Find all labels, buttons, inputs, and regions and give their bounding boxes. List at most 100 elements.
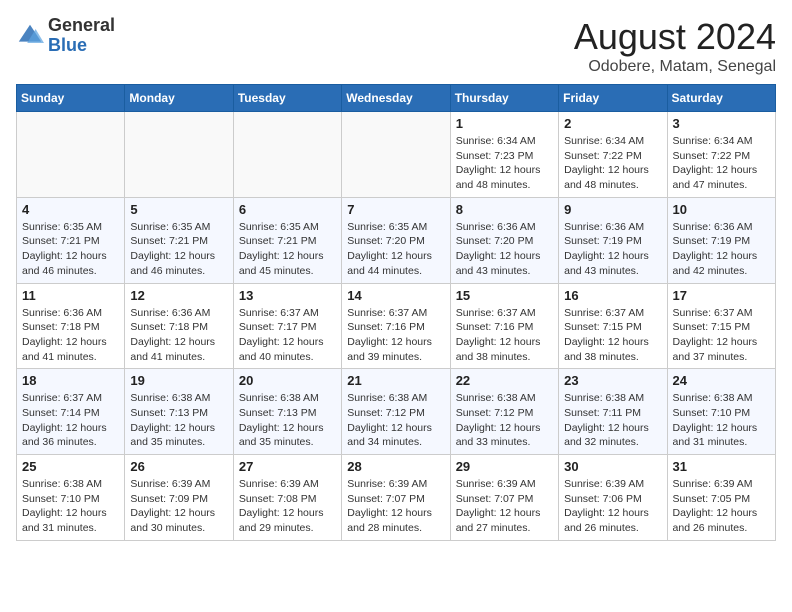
day-of-week-header: Sunday <box>17 85 125 112</box>
calendar-day-cell: 1 Sunrise: 6:34 AM Sunset: 7:23 PM Daylig… <box>450 112 558 198</box>
calendar-day-cell: 15 Sunrise: 6:37 AM Sunset: 7:16 PM Dayli… <box>450 283 558 369</box>
day-number: 23 <box>564 373 661 388</box>
day-info: Sunrise: 6:37 AM Sunset: 7:14 PM Dayligh… <box>22 391 119 450</box>
day-number: 10 <box>673 202 770 217</box>
day-of-week-header: Monday <box>125 85 233 112</box>
day-info: Sunrise: 6:34 AM Sunset: 7:22 PM Dayligh… <box>564 134 661 193</box>
day-number: 28 <box>347 459 444 474</box>
day-number: 13 <box>239 288 336 303</box>
month-title: August 2024 <box>574 16 776 58</box>
day-of-week-header: Thursday <box>450 85 558 112</box>
day-number: 25 <box>22 459 119 474</box>
calendar-day-cell: 16 Sunrise: 6:37 AM Sunset: 7:15 PM Dayli… <box>559 283 667 369</box>
day-info: Sunrise: 6:35 AM Sunset: 7:20 PM Dayligh… <box>347 220 444 279</box>
day-number: 15 <box>456 288 553 303</box>
day-info: Sunrise: 6:38 AM Sunset: 7:13 PM Dayligh… <box>239 391 336 450</box>
day-info: Sunrise: 6:39 AM Sunset: 7:07 PM Dayligh… <box>347 477 444 536</box>
day-number: 20 <box>239 373 336 388</box>
calendar-week-row: 18 Sunrise: 6:37 AM Sunset: 7:14 PM Dayli… <box>17 369 776 455</box>
day-number: 2 <box>564 116 661 131</box>
day-number: 9 <box>564 202 661 217</box>
logo-general-text: General <box>48 15 115 35</box>
location-subtitle: Odobere, Matam, Senegal <box>574 58 776 76</box>
day-number: 12 <box>130 288 227 303</box>
calendar-day-cell: 27Sunrise: 6:39 AM Sunset: 7:08 PM Dayli… <box>233 455 341 541</box>
header: General Blue August 2024 Odobere, Matam,… <box>16 16 776 76</box>
calendar-day-cell: 19Sunrise: 6:38 AM Sunset: 7:13 PM Dayli… <box>125 369 233 455</box>
day-info: Sunrise: 6:38 AM Sunset: 7:11 PM Dayligh… <box>564 391 661 450</box>
title-area: August 2024 Odobere, Matam, Senegal <box>574 16 776 76</box>
calendar-day-cell: 11 Sunrise: 6:36 AM Sunset: 7:18 PM Dayli… <box>17 283 125 369</box>
calendar-day-cell <box>342 112 450 198</box>
calendar-day-cell: 12 Sunrise: 6:36 AM Sunset: 7:18 PM Dayli… <box>125 283 233 369</box>
day-number: 11 <box>22 288 119 303</box>
calendar-day-cell: 9Sunrise: 6:36 AM Sunset: 7:19 PM Daylig… <box>559 197 667 283</box>
day-number: 16 <box>564 288 661 303</box>
day-of-week-header: Saturday <box>667 85 775 112</box>
day-info: Sunrise: 6:38 AM Sunset: 7:12 PM Dayligh… <box>347 391 444 450</box>
day-number: 27 <box>239 459 336 474</box>
calendar-day-cell: 7 Sunrise: 6:35 AM Sunset: 7:20 PM Daylig… <box>342 197 450 283</box>
day-info: Sunrise: 6:36 AM Sunset: 7:19 PM Dayligh… <box>673 220 770 279</box>
day-number: 31 <box>673 459 770 474</box>
day-info: Sunrise: 6:36 AM Sunset: 7:20 PM Dayligh… <box>456 220 553 279</box>
day-info: Sunrise: 6:39 AM Sunset: 7:05 PM Dayligh… <box>673 477 770 536</box>
calendar-week-row: 11 Sunrise: 6:36 AM Sunset: 7:18 PM Dayli… <box>17 283 776 369</box>
day-info: Sunrise: 6:38 AM Sunset: 7:10 PM Dayligh… <box>22 477 119 536</box>
calendar-day-cell: 20 Sunrise: 6:38 AM Sunset: 7:13 PM Dayli… <box>233 369 341 455</box>
calendar-week-row: 25 Sunrise: 6:38 AM Sunset: 7:10 PM Dayli… <box>17 455 776 541</box>
calendar-day-cell: 4 Sunrise: 6:35 AM Sunset: 7:21 PM Daylig… <box>17 197 125 283</box>
calendar-day-cell: 6Sunrise: 6:35 AM Sunset: 7:21 PM Daylig… <box>233 197 341 283</box>
day-number: 4 <box>22 202 119 217</box>
calendar-header-row: SundayMondayTuesdayWednesdayThursdayFrid… <box>17 85 776 112</box>
day-number: 7 <box>347 202 444 217</box>
calendar-day-cell: 21 Sunrise: 6:38 AM Sunset: 7:12 PM Dayli… <box>342 369 450 455</box>
day-of-week-header: Friday <box>559 85 667 112</box>
day-info: Sunrise: 6:37 AM Sunset: 7:16 PM Dayligh… <box>347 306 444 365</box>
calendar-day-cell: 18 Sunrise: 6:37 AM Sunset: 7:14 PM Dayli… <box>17 369 125 455</box>
day-number: 30 <box>564 459 661 474</box>
day-number: 18 <box>22 373 119 388</box>
day-number: 6 <box>239 202 336 217</box>
day-number: 1 <box>456 116 553 131</box>
logo: General Blue <box>16 16 115 56</box>
calendar-day-cell: 30Sunrise: 6:39 AM Sunset: 7:06 PM Dayli… <box>559 455 667 541</box>
day-info: Sunrise: 6:37 AM Sunset: 7:15 PM Dayligh… <box>564 306 661 365</box>
day-info: Sunrise: 6:37 AM Sunset: 7:16 PM Dayligh… <box>456 306 553 365</box>
calendar-day-cell: 17Sunrise: 6:37 AM Sunset: 7:15 PM Dayli… <box>667 283 775 369</box>
calendar-day-cell <box>125 112 233 198</box>
calendar-day-cell: 13 Sunrise: 6:37 AM Sunset: 7:17 PM Dayli… <box>233 283 341 369</box>
day-number: 17 <box>673 288 770 303</box>
day-number: 24 <box>673 373 770 388</box>
day-info: Sunrise: 6:38 AM Sunset: 7:12 PM Dayligh… <box>456 391 553 450</box>
calendar-day-cell: 29 Sunrise: 6:39 AM Sunset: 7:07 PM Dayli… <box>450 455 558 541</box>
calendar-day-cell: 8 Sunrise: 6:36 AM Sunset: 7:20 PM Daylig… <box>450 197 558 283</box>
day-number: 22 <box>456 373 553 388</box>
day-info: Sunrise: 6:35 AM Sunset: 7:21 PM Dayligh… <box>22 220 119 279</box>
calendar-day-cell <box>17 112 125 198</box>
logo-icon <box>16 22 44 50</box>
day-info: Sunrise: 6:37 AM Sunset: 7:17 PM Dayligh… <box>239 306 336 365</box>
logo-blue-text: Blue <box>48 35 87 55</box>
day-info: Sunrise: 6:35 AM Sunset: 7:21 PM Dayligh… <box>130 220 227 279</box>
calendar-day-cell: 26Sunrise: 6:39 AM Sunset: 7:09 PM Dayli… <box>125 455 233 541</box>
day-number: 8 <box>456 202 553 217</box>
day-of-week-header: Tuesday <box>233 85 341 112</box>
day-info: Sunrise: 6:36 AM Sunset: 7:18 PM Dayligh… <box>130 306 227 365</box>
day-info: Sunrise: 6:38 AM Sunset: 7:10 PM Dayligh… <box>673 391 770 450</box>
day-info: Sunrise: 6:34 AM Sunset: 7:23 PM Dayligh… <box>456 134 553 193</box>
calendar-day-cell: 28 Sunrise: 6:39 AM Sunset: 7:07 PM Dayli… <box>342 455 450 541</box>
calendar-day-cell: 3Sunrise: 6:34 AM Sunset: 7:22 PM Daylig… <box>667 112 775 198</box>
day-of-week-header: Wednesday <box>342 85 450 112</box>
calendar-day-cell: 14 Sunrise: 6:37 AM Sunset: 7:16 PM Dayli… <box>342 283 450 369</box>
day-info: Sunrise: 6:39 AM Sunset: 7:07 PM Dayligh… <box>456 477 553 536</box>
calendar-week-row: 4 Sunrise: 6:35 AM Sunset: 7:21 PM Daylig… <box>17 197 776 283</box>
day-number: 26 <box>130 459 227 474</box>
calendar-day-cell: 2 Sunrise: 6:34 AM Sunset: 7:22 PM Daylig… <box>559 112 667 198</box>
day-number: 29 <box>456 459 553 474</box>
day-number: 14 <box>347 288 444 303</box>
calendar-day-cell: 24 Sunrise: 6:38 AM Sunset: 7:10 PM Dayli… <box>667 369 775 455</box>
day-number: 21 <box>347 373 444 388</box>
day-info: Sunrise: 6:36 AM Sunset: 7:18 PM Dayligh… <box>22 306 119 365</box>
calendar-week-row: 1 Sunrise: 6:34 AM Sunset: 7:23 PM Daylig… <box>17 112 776 198</box>
